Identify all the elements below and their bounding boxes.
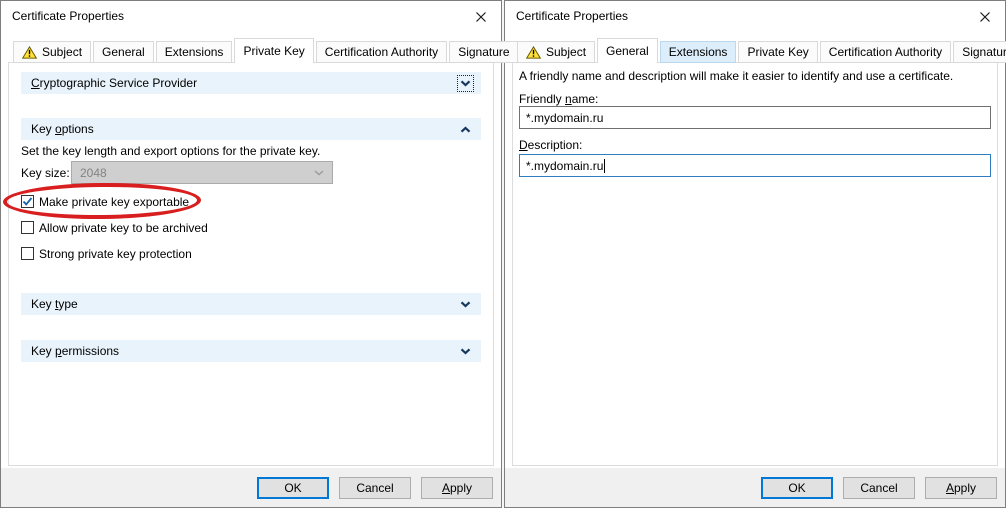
button-label: OK: [788, 481, 805, 495]
section-label: Cryptographic Service Provider: [31, 76, 197, 90]
tab-label: Signature: [458, 42, 509, 62]
button-label: Cancel: [356, 481, 393, 495]
description-label: Description:: [519, 138, 582, 152]
chevron-down-icon: [460, 80, 471, 87]
tab-subject[interactable]: Subject: [517, 41, 595, 63]
chevron-up-icon: [460, 126, 471, 133]
apply-button[interactable]: Apply: [925, 477, 997, 499]
checkbox-label: Allow private key to be archived: [39, 221, 208, 235]
tab-private-key[interactable]: Private Key: [234, 38, 313, 63]
description-input[interactable]: *.mydomain.ru: [519, 154, 991, 177]
titlebar: Certificate Properties: [1, 1, 501, 33]
tab-subject[interactable]: Subject: [13, 41, 91, 63]
section-label: Key permissions: [31, 344, 119, 358]
key-size-label: Key size:: [21, 166, 70, 180]
desktop: Certificate Properties Subject General E…: [0, 0, 1006, 508]
section-key-permissions[interactable]: Key permissions: [21, 340, 481, 362]
cancel-button[interactable]: Cancel: [339, 477, 411, 499]
tab-page-private-key: Cryptographic Service Provider Key optio…: [8, 62, 494, 466]
checkbox-strong-private-key-protection[interactable]: Strong private key protection: [21, 246, 192, 261]
window-title: Certificate Properties: [516, 9, 628, 23]
button-label: Apply: [442, 481, 472, 495]
chevron-down-icon: [314, 170, 324, 176]
checkbox-label: Strong private key protection: [39, 247, 192, 261]
tab-label: Signature: [962, 42, 1006, 62]
certificate-properties-dialog-general: Certificate Properties Subject General E…: [504, 0, 1006, 508]
warning-icon: [22, 46, 37, 59]
certificate-properties-dialog-private-key: Certificate Properties Subject General E…: [0, 0, 502, 508]
intro-text: A friendly name and description will mak…: [519, 69, 953, 83]
button-label: Cancel: [860, 481, 897, 495]
button-bar: OK Cancel Apply: [1, 468, 501, 507]
button-label: Apply: [946, 481, 976, 495]
tab-label: General: [606, 39, 649, 63]
tab-label: Private Key: [747, 42, 808, 62]
tab-label: Certification Authority: [325, 42, 438, 62]
expand-chevron-button[interactable]: [457, 296, 474, 313]
key-options-description: Set the key length and export options fo…: [21, 144, 320, 158]
tab-label: Subject: [546, 42, 586, 62]
tab-label: Private Key: [243, 39, 304, 63]
section-key-type[interactable]: Key type: [21, 293, 481, 315]
tab-strip: Subject General Extensions Private Key C…: [517, 41, 1006, 63]
tab-label: Subject: [42, 42, 82, 62]
tab-signature[interactable]: Signature: [953, 41, 1006, 63]
tab-signature[interactable]: Signature: [449, 41, 518, 63]
tab-private-key[interactable]: Private Key: [738, 41, 817, 63]
friendly-name-value: *.mydomain.ru: [526, 111, 603, 125]
expand-chevron-button[interactable]: [457, 75, 474, 92]
section-label: Key type: [31, 297, 78, 311]
friendly-name-input[interactable]: *.mydomain.ru: [519, 106, 991, 129]
section-label: Key options: [31, 122, 94, 136]
close-icon: [475, 11, 487, 23]
tab-general[interactable]: General: [93, 41, 154, 63]
window-title: Certificate Properties: [12, 9, 124, 23]
checkbox[interactable]: [21, 221, 34, 234]
apply-button[interactable]: Apply: [421, 477, 493, 499]
tab-strip: Subject General Extensions Private Key C…: [13, 41, 521, 63]
tab-label: Certification Authority: [829, 42, 942, 62]
tab-page-general: A friendly name and description will mak…: [512, 62, 998, 466]
expand-chevron-button[interactable]: [457, 343, 474, 360]
button-bar: OK Cancel Apply: [505, 468, 1005, 507]
checkbox-allow-private-key-archived[interactable]: Allow private key to be archived: [21, 220, 208, 235]
ok-button[interactable]: OK: [761, 477, 833, 499]
tab-certification-authority[interactable]: Certification Authority: [820, 41, 951, 63]
cancel-button[interactable]: Cancel: [843, 477, 915, 499]
chevron-down-icon: [460, 348, 471, 355]
tab-certification-authority[interactable]: Certification Authority: [316, 41, 447, 63]
tab-extensions[interactable]: Extensions: [156, 41, 233, 63]
titlebar: Certificate Properties: [505, 1, 1005, 33]
text-caret: [604, 159, 605, 173]
tab-label: Extensions: [669, 42, 728, 62]
ok-button[interactable]: OK: [257, 477, 329, 499]
tab-label: Extensions: [165, 42, 224, 62]
collapse-chevron-button[interactable]: [457, 121, 474, 138]
close-button[interactable]: [973, 6, 997, 28]
key-size-value: 2048: [80, 166, 107, 180]
chevron-down-icon: [460, 301, 471, 308]
tab-extensions[interactable]: Extensions: [660, 41, 737, 63]
button-label: OK: [284, 481, 301, 495]
close-icon: [979, 11, 991, 23]
description-value: *.mydomain.ru: [526, 159, 603, 173]
section-cryptographic-service-provider[interactable]: Cryptographic Service Provider: [21, 72, 481, 94]
close-button[interactable]: [469, 6, 493, 28]
key-size-combobox: 2048: [71, 161, 333, 184]
tab-general[interactable]: General: [597, 38, 658, 63]
warning-icon: [526, 46, 541, 59]
section-key-options[interactable]: Key options: [21, 118, 481, 140]
tab-label: General: [102, 42, 145, 62]
friendly-name-label: Friendly name:: [519, 92, 598, 106]
checkbox[interactable]: [21, 247, 34, 260]
